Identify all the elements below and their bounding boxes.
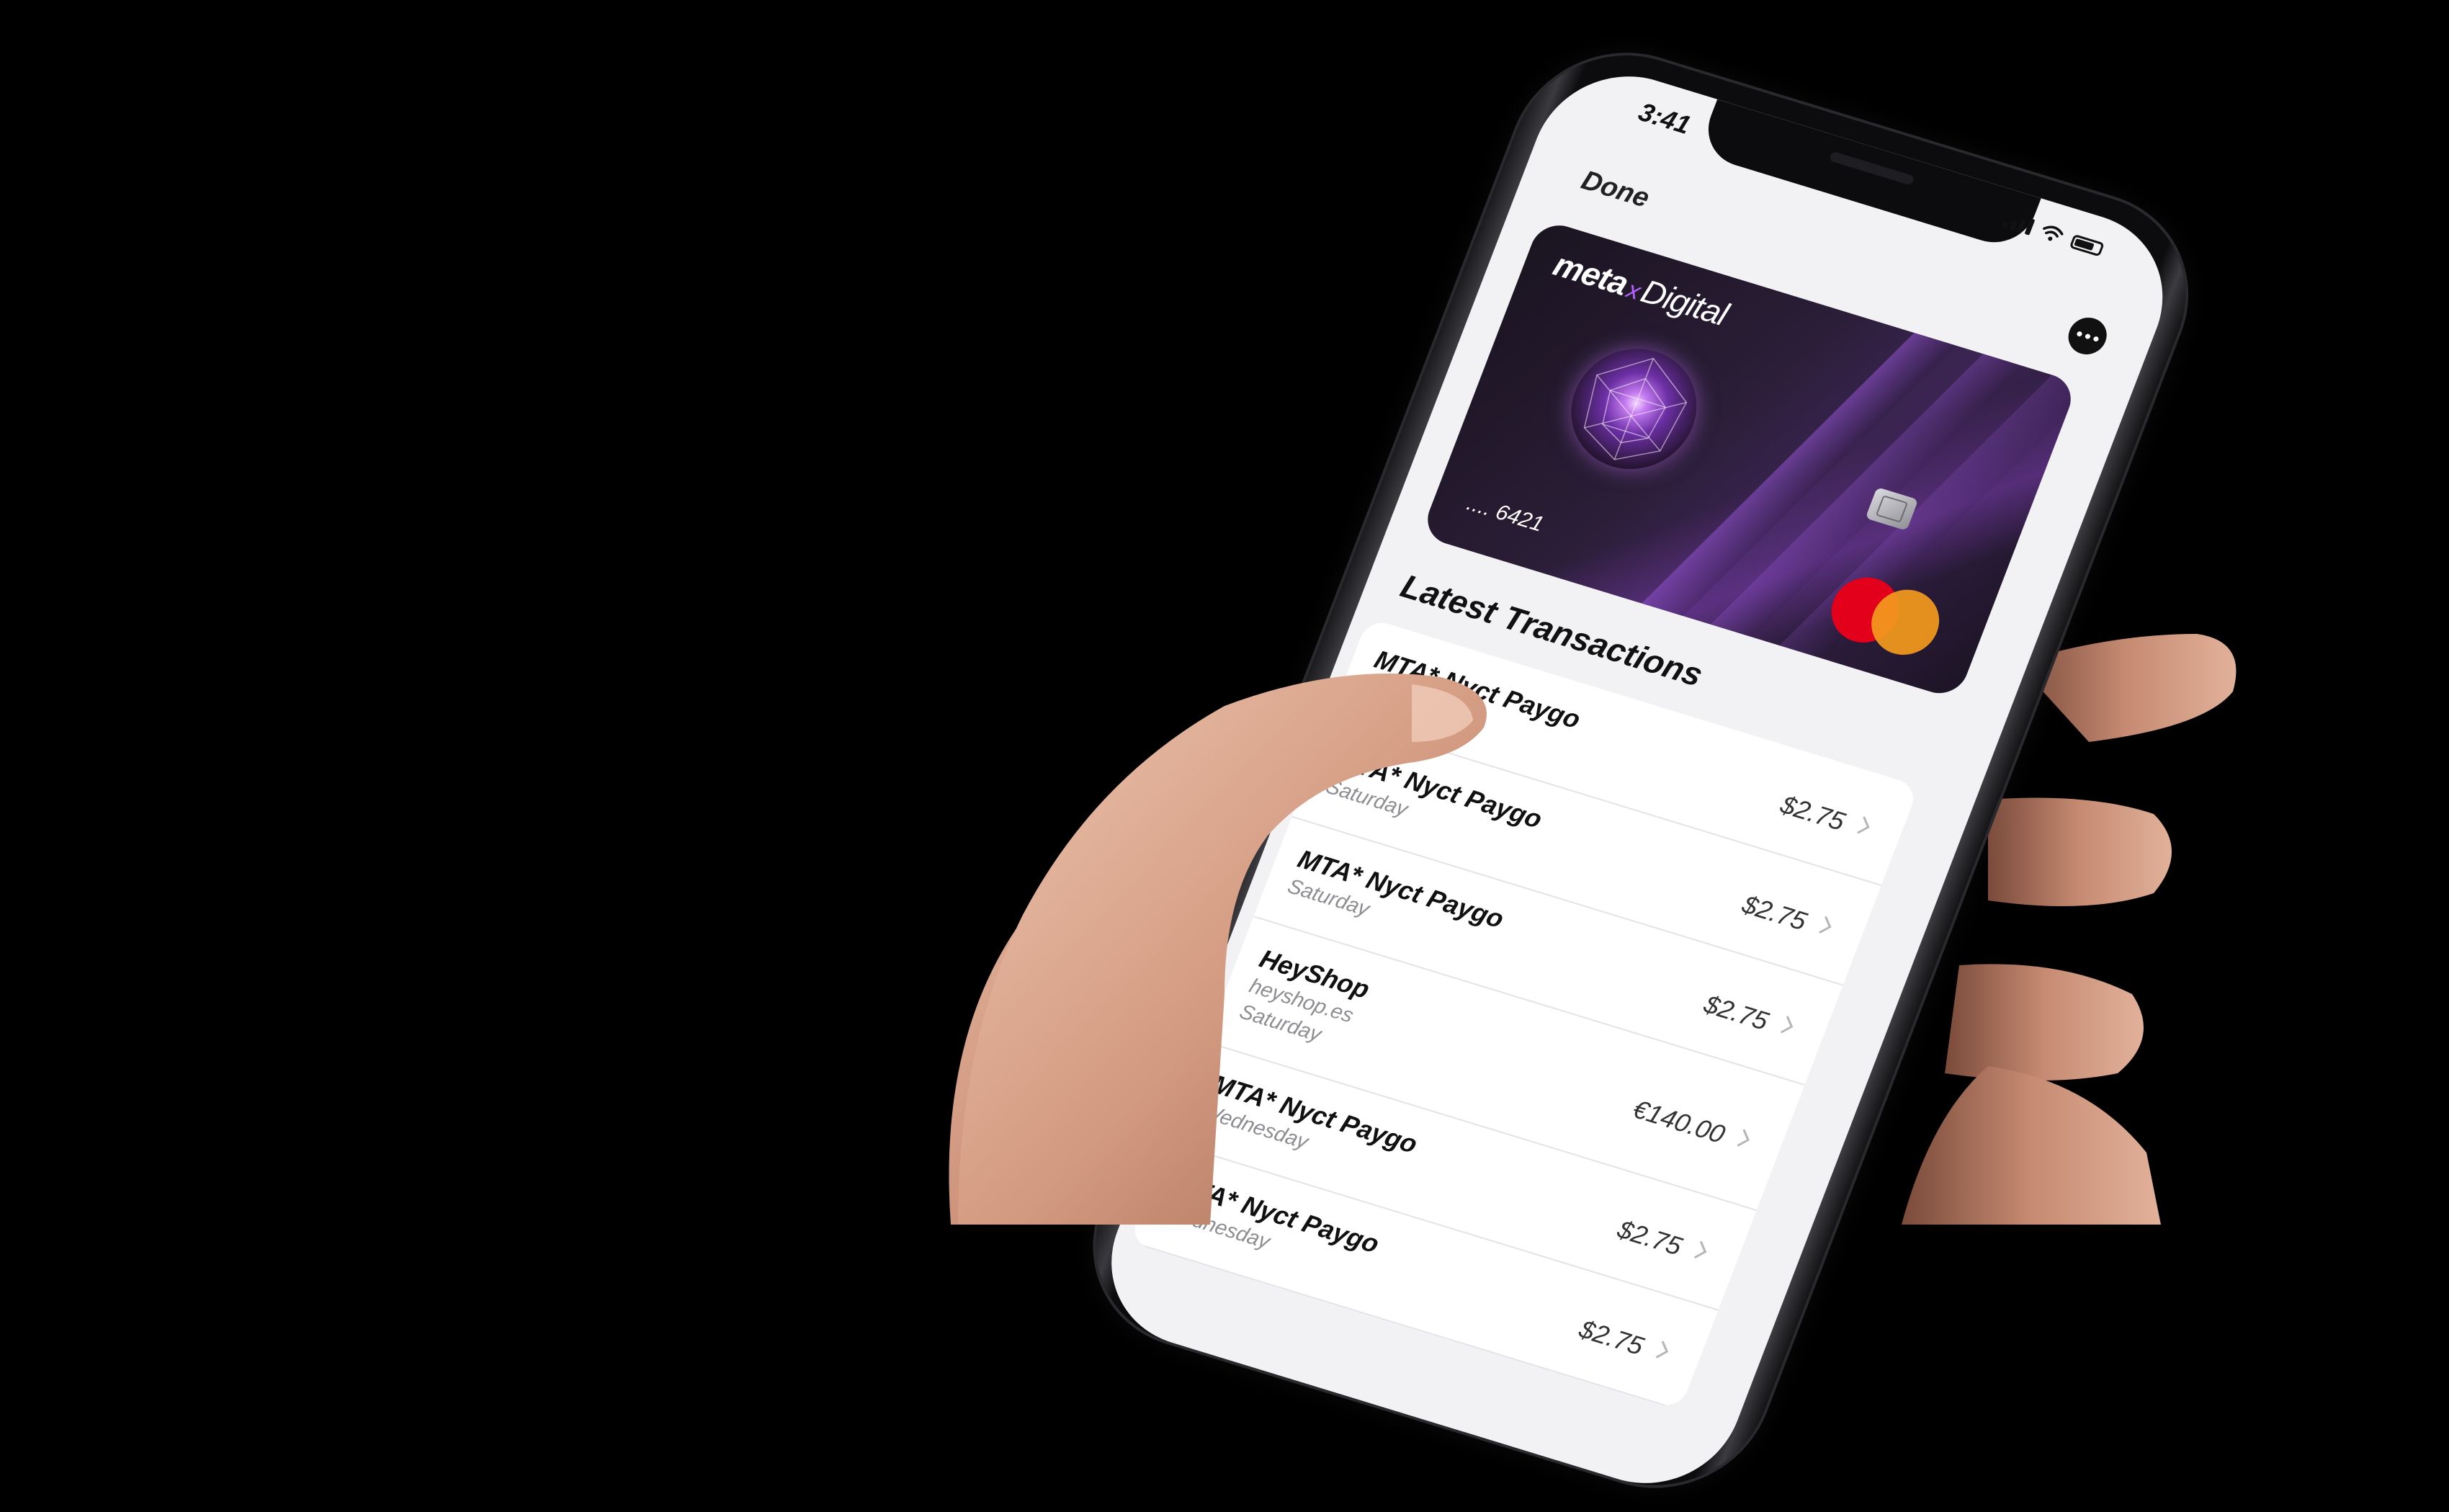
- brand-meta: meta: [1548, 245, 1634, 303]
- chevron-right-icon: [1656, 1341, 1669, 1359]
- chevron-right-icon: [1819, 916, 1832, 934]
- done-button[interactable]: Done: [1577, 165, 1654, 214]
- chevron-right-icon: [1781, 1016, 1794, 1034]
- transaction-amount: $2.75: [1738, 889, 1812, 936]
- transaction-amount: $2.75: [1776, 789, 1850, 836]
- transaction-amount: $2.75: [1613, 1214, 1686, 1261]
- status-time: 3:41: [1634, 97, 1695, 140]
- chevron-right-icon: [1737, 1129, 1750, 1147]
- chevron-right-icon: [1694, 1241, 1707, 1258]
- chevron-right-icon: [1857, 816, 1870, 834]
- battery-icon: [2069, 233, 2105, 257]
- finger-right-2: [1988, 797, 2172, 906]
- wifi-icon: [2043, 225, 2064, 241]
- transaction-amount: $2.75: [1575, 1314, 1648, 1361]
- mastercard-logo: [1822, 569, 1949, 663]
- palm-right: [1902, 1066, 2161, 1225]
- more-icon[interactable]: [2062, 313, 2113, 359]
- transaction-amount: $2.75: [1700, 989, 1773, 1036]
- card-orb-graphic: [1553, 334, 1715, 485]
- brand-digital: Digital: [1636, 272, 1733, 333]
- finger-right-3: [1945, 964, 2144, 1081]
- card-number: .... 6421: [1464, 491, 1547, 537]
- card-brand: metaxDigital: [1549, 245, 1734, 334]
- transaction-amount: €140.00: [1629, 1093, 1729, 1149]
